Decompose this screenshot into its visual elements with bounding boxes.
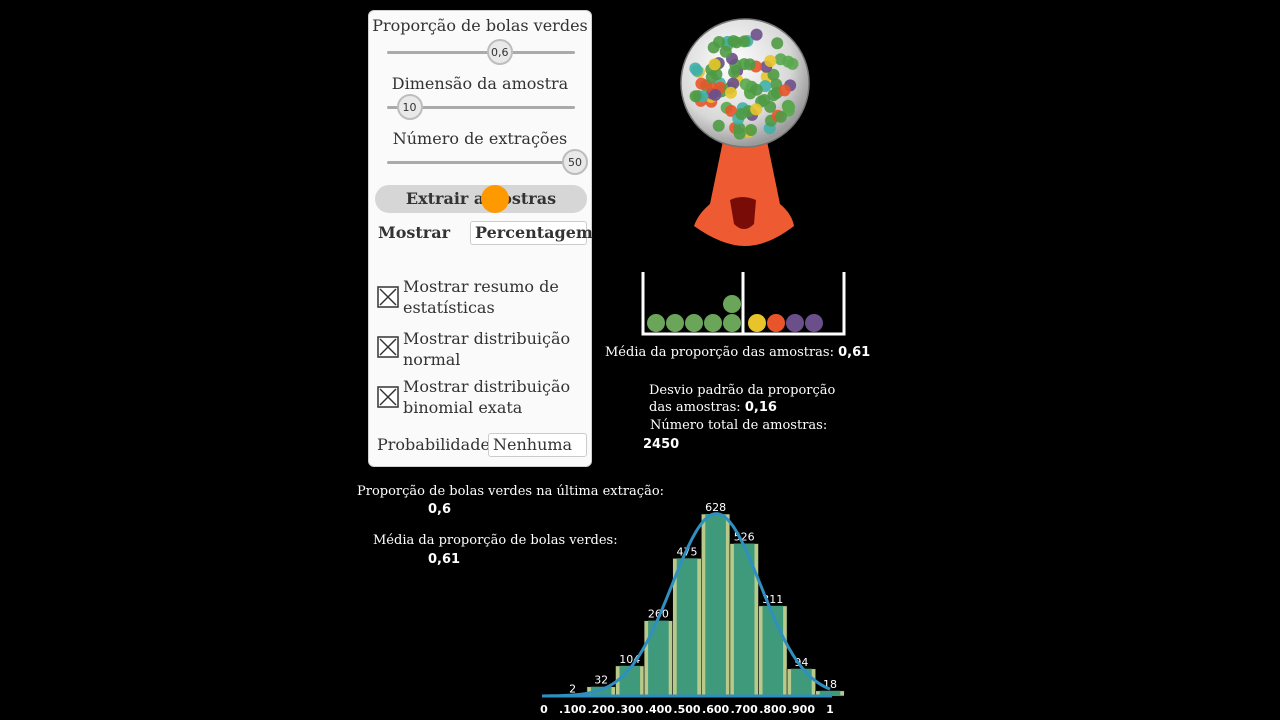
tray-ball xyxy=(666,314,684,332)
histogram-bar xyxy=(758,605,788,697)
draws-label: Número de extrações xyxy=(392,129,568,148)
draws-knob[interactable]: 50 xyxy=(562,149,588,175)
gumball xyxy=(733,127,746,140)
total-samples-value: 2450 xyxy=(643,437,680,452)
machine-base xyxy=(694,136,794,246)
gumball xyxy=(767,89,780,102)
tray-ball xyxy=(723,314,741,332)
sample-sd-label: Desvio padrão da proporção das amostras: xyxy=(649,383,836,415)
tray-ball xyxy=(685,314,703,332)
last-draw-value: 0,6 xyxy=(428,502,452,517)
x-tick-label: 0 xyxy=(540,703,548,716)
bar-value-label: 628 xyxy=(705,501,726,514)
proportion-slider[interactable]: 0,6 xyxy=(387,39,575,65)
x-tick-label: .300 xyxy=(616,703,643,716)
gumball xyxy=(774,53,787,66)
gumball-machine xyxy=(680,18,810,246)
x-tick-label: .600 xyxy=(702,703,729,716)
sample-sd-value: 0,16 xyxy=(744,400,777,415)
total-samples-label: Número total de amostras: xyxy=(650,418,828,433)
gumball xyxy=(695,77,708,90)
bar-value-label: 32 xyxy=(594,674,608,687)
proportion-knob[interactable]: 0,6 xyxy=(486,39,513,65)
x-tick-label: .800 xyxy=(759,703,786,716)
gumball xyxy=(712,119,725,132)
histogram-bar xyxy=(701,513,731,697)
x-tick-label: .900 xyxy=(788,703,815,716)
show-label: Mostrar xyxy=(378,223,451,242)
tray-ball xyxy=(786,314,804,332)
pointer-cursor xyxy=(481,185,509,213)
x-tick-label: .500 xyxy=(673,703,700,716)
gumball xyxy=(782,99,795,112)
x-tick-label: .200 xyxy=(588,703,615,716)
x-tick-label: .700 xyxy=(731,703,758,716)
gumball xyxy=(771,37,784,50)
show-select[interactable]: Percentagem xyxy=(470,221,593,245)
sample-sd-stat: Desvio padrão da proporção das amostras:… xyxy=(649,382,849,416)
proportion-label: Proporção de bolas verdes xyxy=(372,16,588,35)
avg-green-value: 0,61 xyxy=(428,552,461,567)
gumball xyxy=(750,28,763,41)
sample-size-slider[interactable]: 10 xyxy=(387,94,575,120)
histogram-bar xyxy=(643,620,673,697)
gumball xyxy=(708,58,721,71)
gumball xyxy=(689,90,702,103)
checkbox-binomial[interactable] xyxy=(377,386,399,408)
gumball xyxy=(730,36,743,49)
gumball xyxy=(705,71,718,84)
gumball xyxy=(750,83,763,96)
tray-ball xyxy=(647,314,665,332)
sample-mean-label: Média da proporção das amostras: xyxy=(605,345,834,360)
sample-mean-value: 0,61 xyxy=(838,345,871,360)
gumball xyxy=(719,45,732,58)
checkbox-summary-label: Mostrar resumo de estatísticas xyxy=(403,277,559,317)
sample-mean-stat: Média da proporção das amostras: 0,61 xyxy=(605,345,870,360)
checkbox-summary[interactable] xyxy=(377,286,399,308)
sample-size-knob[interactable]: 10 xyxy=(396,94,423,120)
gumball xyxy=(743,58,756,71)
gumball xyxy=(774,110,787,123)
histogram-bar xyxy=(786,668,817,697)
control-panel: Proporção de bolas verdes 0,6 Dimensão d… xyxy=(368,10,593,467)
gumball xyxy=(724,86,737,99)
tray-ball xyxy=(748,314,766,332)
sample-size-label: Dimensão da amostra xyxy=(391,74,569,93)
gumball xyxy=(739,78,752,91)
checkbox-normal[interactable] xyxy=(377,336,399,358)
gumball xyxy=(735,107,748,120)
gumball xyxy=(764,54,777,67)
tray-ball xyxy=(805,314,823,332)
sampling-distribution-chart: 02.10032.200104.300260.400475.500628.600… xyxy=(540,501,845,716)
checkbox-binomial-label: Mostrar distribuição binomial exata xyxy=(403,377,571,417)
checkbox-normal-label: Mostrar distribuição normal xyxy=(403,329,571,369)
gumball xyxy=(728,66,741,79)
gumball xyxy=(707,41,720,54)
gumball xyxy=(744,124,757,137)
tray-ball xyxy=(723,295,741,313)
probability-label: Probabilidade xyxy=(377,435,490,454)
draws-slider[interactable]: 50 xyxy=(387,149,588,175)
x-tick-label: .400 xyxy=(645,703,672,716)
x-tick-label: .100 xyxy=(559,703,586,716)
sample-tray xyxy=(641,272,846,336)
tray-ball xyxy=(704,314,722,332)
x-tick-label: 1 xyxy=(826,703,834,716)
probability-select[interactable]: Nenhuma xyxy=(488,433,587,457)
tray-balls xyxy=(647,295,823,332)
histogram-bar xyxy=(672,558,702,697)
gumball xyxy=(750,103,763,116)
gumball xyxy=(778,84,791,97)
tray-ball xyxy=(767,314,785,332)
gumball xyxy=(709,88,722,101)
gumball xyxy=(689,62,702,75)
